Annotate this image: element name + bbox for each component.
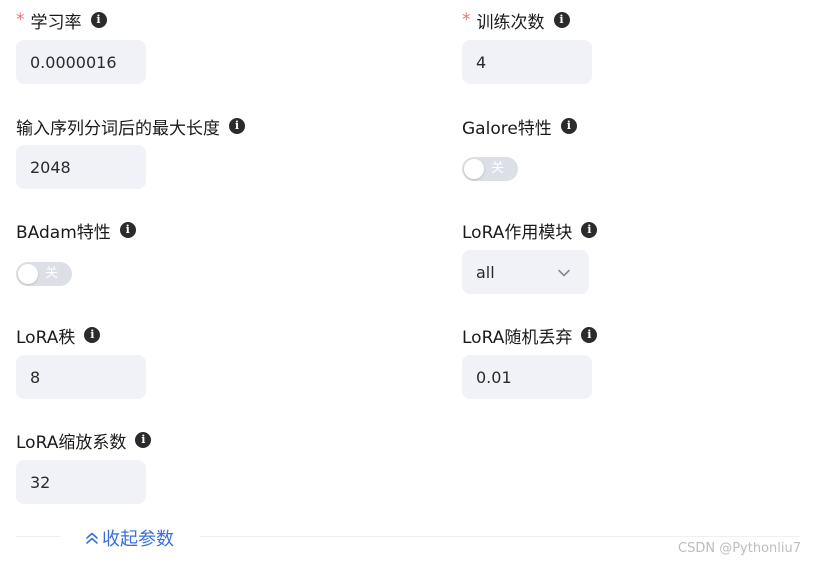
lora-rank-label: LoRA秩 xyxy=(16,327,76,348)
epochs-value: 4 xyxy=(476,52,487,72)
learning-rate-value: 0.0000016 xyxy=(30,52,117,72)
lora-dropout-value: 0.01 xyxy=(476,367,512,387)
epochs-label-row: * 训练次数 i xyxy=(462,8,570,33)
lora-alpha-label-row: LoRA缩放系数 i xyxy=(16,428,152,453)
lora-dropout-input[interactable]: 0.01 xyxy=(462,355,592,399)
galore-label-row: Galore特性 i xyxy=(462,114,577,139)
lora-target-value: all xyxy=(476,262,495,282)
galore-field: Galore特性 i xyxy=(462,114,577,139)
badam-field: BAdam特性 i xyxy=(16,218,136,243)
info-icon[interactable]: i xyxy=(84,327,101,343)
collapse-params-label: 收起参数 xyxy=(102,529,174,550)
badam-label-row: BAdam特性 i xyxy=(16,218,136,243)
info-icon[interactable]: i xyxy=(581,222,598,238)
info-icon[interactable]: i xyxy=(560,118,577,134)
lora-alpha-field: LoRA缩放系数 i xyxy=(16,428,152,453)
divider-left xyxy=(16,536,60,537)
info-icon[interactable]: i xyxy=(119,222,136,238)
lora-alpha-value: 32 xyxy=(30,472,51,492)
lora-rank-input[interactable]: 8 xyxy=(16,355,146,399)
required-mark: * xyxy=(16,10,25,30)
lora-alpha-input[interactable]: 32 xyxy=(16,460,146,504)
epochs-label: 训练次数 xyxy=(476,12,545,33)
learning-rate-field: * 学习率 i xyxy=(16,8,107,33)
chevrons-up-icon xyxy=(86,532,98,544)
toggle-knob xyxy=(18,264,38,284)
lora-dropout-label-row: LoRA随机丢弃 i xyxy=(462,323,598,348)
divider-right xyxy=(200,536,800,537)
toggle-knob xyxy=(464,159,484,179)
lora-target-select[interactable]: all xyxy=(462,250,589,294)
cutoff-len-input[interactable]: 2048 xyxy=(16,145,146,189)
lora-dropout-field: LoRA随机丢弃 i xyxy=(462,323,598,348)
required-mark: * xyxy=(462,10,471,30)
chevron-down-icon xyxy=(557,265,571,279)
lora-target-label-row: LoRA作用模块 i xyxy=(462,218,598,243)
info-icon[interactable]: i xyxy=(229,118,245,134)
info-icon[interactable]: i xyxy=(135,432,152,448)
epochs-input[interactable]: 4 xyxy=(462,40,592,84)
info-icon[interactable]: i xyxy=(90,12,107,28)
watermark: CSDN @Pythonliu7 xyxy=(678,541,801,556)
lora-alpha-label: LoRA缩放系数 xyxy=(16,432,127,453)
galore-toggle-text: 关 xyxy=(491,161,505,176)
badam-label: BAdam特性 xyxy=(16,222,111,243)
info-icon[interactable]: i xyxy=(581,327,598,343)
lora-dropout-label: LoRA随机丢弃 xyxy=(462,327,573,348)
epochs-field: * 训练次数 i xyxy=(462,8,570,33)
galore-toggle[interactable]: 关 xyxy=(462,157,518,181)
cutoff-len-label-row: 输入序列分词后的最大长度 i xyxy=(16,114,245,139)
cutoff-len-label: 输入序列分词后的最大长度 xyxy=(16,118,220,139)
lora-target-field: LoRA作用模块 i xyxy=(462,218,598,243)
info-icon[interactable]: i xyxy=(553,12,570,28)
lora-rank-value: 8 xyxy=(30,367,41,387)
badam-toggle-text: 关 xyxy=(45,266,59,281)
cutoff-len-value: 2048 xyxy=(30,157,71,177)
learning-rate-input[interactable]: 0.0000016 xyxy=(16,40,146,84)
lora-target-label: LoRA作用模块 xyxy=(462,222,573,243)
cutoff-len-field: 输入序列分词后的最大长度 i xyxy=(16,114,245,139)
galore-label: Galore特性 xyxy=(462,118,552,139)
learning-rate-label-row: * 学习率 i xyxy=(16,8,107,33)
collapse-params-link[interactable]: 收起参数 xyxy=(84,525,174,551)
badam-toggle[interactable]: 关 xyxy=(16,262,72,286)
lora-rank-field: LoRA秩 i xyxy=(16,323,101,348)
lora-rank-label-row: LoRA秩 i xyxy=(16,323,101,348)
learning-rate-label: 学习率 xyxy=(30,12,82,33)
